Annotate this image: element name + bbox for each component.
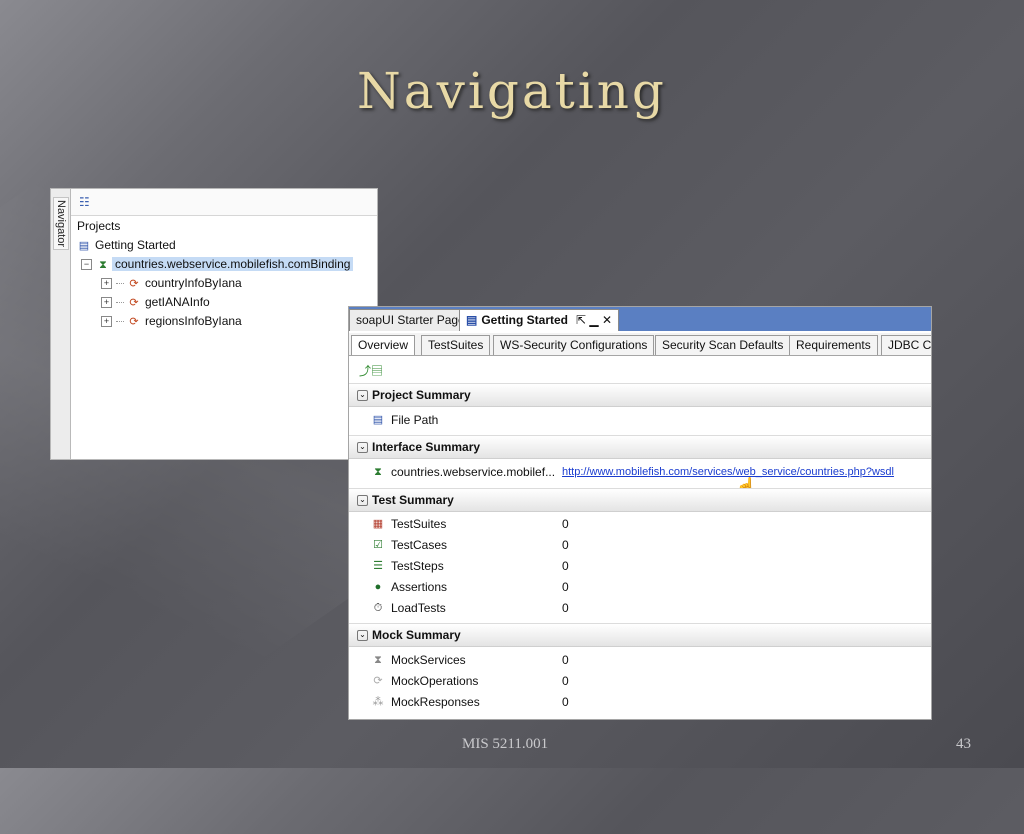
navigator-side-bar: Navigator bbox=[51, 189, 71, 459]
section-title: Interface Summary bbox=[372, 440, 481, 454]
tab-overview[interactable]: Overview bbox=[351, 335, 416, 355]
tree-item-label: Getting Started bbox=[95, 238, 176, 252]
tab-testsuites[interactable]: TestSuites bbox=[421, 335, 491, 355]
interface-icon: ⧗ bbox=[374, 466, 382, 478]
row-label: MockServices bbox=[391, 653, 466, 667]
section-interface-summary[interactable]: ⌄ Interface Summary bbox=[349, 435, 931, 459]
operation-icon: ⟳ bbox=[129, 316, 139, 328]
summary-row: ⁂ MockResponses 0 bbox=[349, 692, 931, 712]
interface-icon: ⧗ bbox=[99, 259, 107, 271]
tree-item-project[interactable]: ▤ Getting Started bbox=[77, 236, 176, 254]
row-label: MockOperations bbox=[391, 674, 479, 688]
collapse-icon[interactable]: ⌄ bbox=[357, 495, 368, 507]
assertion-icon: ● bbox=[374, 581, 382, 593]
tree-view-icon[interactable]: ☷ bbox=[79, 195, 90, 209]
row-value: 0 bbox=[562, 653, 569, 667]
summary-row: ▤ File Path bbox=[349, 410, 931, 430]
expand-icon[interactable]: + bbox=[101, 297, 112, 309]
tree-item-operation[interactable]: + ⟳ regionsInfoByIana bbox=[101, 312, 242, 330]
section-title: Project Summary bbox=[372, 388, 471, 402]
tab-label: soapUI Starter Page bbox=[356, 313, 465, 327]
row-label: TestSteps bbox=[391, 559, 444, 573]
tab-requirements[interactable]: Requirements bbox=[789, 335, 878, 355]
tab-ws-security[interactable]: WS-Security Configurations bbox=[493, 335, 655, 355]
section-test-summary[interactable]: ⌄ Test Summary bbox=[349, 488, 931, 512]
section-title: Mock Summary bbox=[372, 628, 461, 642]
navigator-panel: Navigator ☷ Projects ▤ Getting Started − ⧗… bbox=[50, 188, 378, 460]
mockoperation-icon: ⟳ bbox=[373, 675, 383, 687]
summary-row: ⧗ countries.webservice.mobilef... http:/… bbox=[349, 462, 931, 482]
tree-item-binding[interactable]: − ⧗ countries.webservice.mobilefish.comBin… bbox=[81, 255, 354, 273]
tree-item-label: regionsInfoByIana bbox=[145, 314, 242, 328]
summary-row: ⏱ LoadTests 0 bbox=[349, 598, 931, 618]
summary-row: ☑ TestCases 0 bbox=[349, 535, 931, 555]
testsuite-icon: ▦ bbox=[372, 518, 384, 530]
row-label: countries.webservice.mobilef... bbox=[391, 465, 556, 479]
collapse-icon[interactable]: ⌄ bbox=[357, 390, 368, 402]
collapse-icon[interactable]: − bbox=[81, 259, 92, 271]
row-value: 0 bbox=[562, 538, 569, 552]
row-label: LoadTests bbox=[391, 601, 446, 615]
row-value: 0 bbox=[562, 517, 569, 531]
teststep-icon: ☰ bbox=[373, 560, 383, 572]
navigator-tab[interactable]: Navigator bbox=[53, 197, 69, 251]
tab-getting-started[interactable]: ▤ Getting Started ⇱ ▁ ✕ bbox=[459, 309, 620, 331]
tree-item-label: countries.webservice.mobilefish.comBindi… bbox=[112, 257, 354, 271]
expand-icon[interactable]: + bbox=[101, 278, 112, 290]
summary-row: ⟳ MockOperations 0 bbox=[349, 671, 931, 691]
tab-starter-page[interactable]: soapUI Starter Page bbox=[349, 309, 472, 331]
slide-title: Navigating bbox=[357, 62, 667, 120]
document-tab-bar: soapUI Starter Page ▤ Getting Started ⇱ ▁ … bbox=[349, 307, 931, 331]
row-value: 0 bbox=[562, 601, 569, 615]
row-label: TestCases bbox=[391, 538, 448, 552]
section-mock-summary[interactable]: ⌄ Mock Summary bbox=[349, 623, 931, 647]
tree-item-operation[interactable]: + ⟳ countryInfoByIana bbox=[101, 274, 242, 292]
tab-security-scan[interactable]: Security Scan Defaults bbox=[655, 335, 791, 355]
summary-row: ▦ TestSuites 0 bbox=[349, 514, 931, 534]
row-value: 0 bbox=[562, 559, 569, 573]
row-label: MockResponses bbox=[391, 695, 480, 709]
collapse-icon[interactable]: ⌄ bbox=[357, 442, 368, 454]
summary-row: ☰ TestSteps 0 bbox=[349, 556, 931, 576]
overview-tab-bar: Overview TestSuites WS-Security Configur… bbox=[349, 333, 931, 356]
tree-item-label: countryInfoByIana bbox=[145, 276, 242, 290]
mockservice-icon: ⧗ bbox=[374, 654, 382, 666]
row-label: Assertions bbox=[391, 580, 448, 594]
slide-footer: MIS 5211.001 bbox=[462, 736, 549, 752]
tree-item-label: Projects bbox=[77, 219, 121, 233]
summary-row: ● Assertions 0 bbox=[349, 577, 931, 597]
tab-jdbc[interactable]: JDBC Co bbox=[881, 335, 931, 355]
mockresponse-icon: ⁂ bbox=[372, 696, 384, 708]
row-value: 0 bbox=[562, 695, 569, 709]
row-value: 0 bbox=[562, 580, 569, 594]
tree-item-label: getIANAInfo bbox=[145, 295, 210, 309]
navigator-toolbar: ☷ bbox=[71, 189, 377, 216]
operation-icon: ⟳ bbox=[129, 297, 139, 309]
collapse-icon[interactable]: ⌄ bbox=[357, 630, 368, 642]
row-label: TestSuites bbox=[391, 517, 447, 531]
operation-icon: ⟳ bbox=[129, 278, 139, 290]
loadtest-icon: ⏱ bbox=[373, 602, 383, 614]
project-editor-panel: soapUI Starter Page ▤ Getting Started ⇱ ▁ … bbox=[348, 306, 932, 720]
wsdl-link[interactable]: http://www.mobilefish.com/services/web_s… bbox=[562, 462, 894, 482]
row-label: File Path bbox=[391, 413, 439, 427]
project-icon: ▤ bbox=[466, 313, 478, 327]
expand-icon[interactable]: + bbox=[101, 316, 112, 328]
section-project-summary[interactable]: ⌄ Project Summary bbox=[349, 383, 931, 407]
project-icon: ▤ bbox=[78, 240, 90, 252]
summary-row: ⧗ MockServices 0 bbox=[349, 650, 931, 670]
row-value: 0 bbox=[562, 674, 569, 688]
testcase-icon: ☑ bbox=[373, 539, 383, 551]
tab-label: Getting Started bbox=[481, 313, 569, 327]
tab-window-controls[interactable]: ⇱ ▁ ✕ bbox=[576, 313, 612, 327]
tree-item-projects[interactable]: Projects bbox=[77, 217, 120, 235]
tree-item-operation[interactable]: + ⟳ getIANAInfo bbox=[101, 293, 210, 311]
add-icon[interactable]: ⤴▤ bbox=[359, 362, 383, 379]
section-title: Test Summary bbox=[372, 493, 454, 507]
overview-toolbar: ⤴▤ bbox=[349, 357, 931, 381]
page-number: 43 bbox=[956, 736, 971, 752]
file-icon: ▤ bbox=[372, 414, 384, 426]
